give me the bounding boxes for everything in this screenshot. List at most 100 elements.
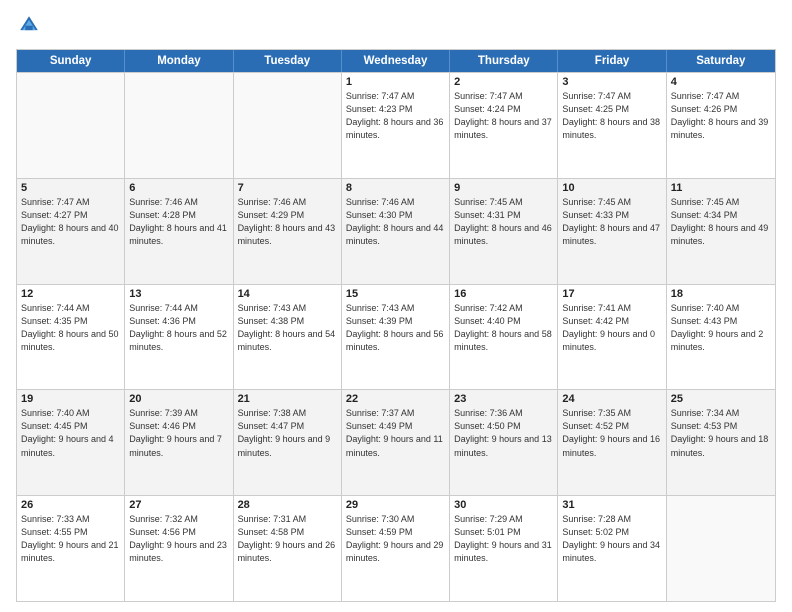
calendar-cell: 29 Sunrise: 7:30 AM Sunset: 4:59 PM Dayli… [342,496,450,601]
day-info: Sunrise: 7:38 AM Sunset: 4:47 PM Dayligh… [238,407,337,459]
logo-icon [18,14,40,36]
day-info: Sunrise: 7:31 AM Sunset: 4:58 PM Dayligh… [238,513,337,565]
day-number: 12 [21,288,120,300]
calendar-row-2: 12 Sunrise: 7:44 AM Sunset: 4:35 PM Dayli… [17,284,775,390]
calendar-cell: 20Sunrise: 7:39 AM Sunset: 4:46 PM Dayli… [125,390,233,495]
day-info: Sunrise: 7:42 AM Sunset: 4:40 PM Dayligh… [454,302,553,354]
day-info: Sunrise: 7:47 AM Sunset: 4:24 PM Dayligh… [454,90,553,142]
calendar-cell: 30 Sunrise: 7:29 AM Sunset: 5:01 PM Dayli… [450,496,558,601]
day-number: 3 [562,76,661,88]
calendar-cell: 25 Sunrise: 7:34 AM Sunset: 4:53 PM Dayli… [667,390,775,495]
calendar-cell: 19Sunrise: 7:40 AM Sunset: 4:45 PM Dayli… [17,390,125,495]
day-number: 14 [238,288,337,300]
day-of-week-monday: Monday [125,50,233,72]
day-info: Sunrise: 7:47 AM Sunset: 4:23 PM Dayligh… [346,90,445,142]
calendar-cell: 21 Sunrise: 7:38 AM Sunset: 4:47 PM Dayli… [234,390,342,495]
calendar-cell [125,73,233,178]
day-of-week-sunday: Sunday [17,50,125,72]
day-number: 23 [454,393,553,405]
calendar-body: 1Sunrise: 7:47 AM Sunset: 4:23 PM Daylig… [17,72,775,601]
calendar-cell: 3 Sunrise: 7:47 AM Sunset: 4:25 PM Daylig… [558,73,666,178]
calendar-cell: 6Sunrise: 7:46 AM Sunset: 4:28 PM Daylig… [125,179,233,284]
day-info: Sunrise: 7:33 AM Sunset: 4:55 PM Dayligh… [21,513,120,565]
day-number: 29 [346,499,445,511]
calendar: SundayMondayTuesdayWednesdayThursdayFrid… [16,49,776,602]
calendar-cell: 4 Sunrise: 7:47 AM Sunset: 4:26 PM Daylig… [667,73,775,178]
calendar-cell: 14 Sunrise: 7:43 AM Sunset: 4:38 PM Dayli… [234,285,342,390]
calendar-cell: 13Sunrise: 7:44 AM Sunset: 4:36 PM Dayli… [125,285,233,390]
day-of-week-friday: Friday [558,50,666,72]
calendar-cell: 11 Sunrise: 7:45 AM Sunset: 4:34 PM Dayli… [667,179,775,284]
day-number: 21 [238,393,337,405]
day-info: Sunrise: 7:29 AM Sunset: 5:01 PM Dayligh… [454,513,553,565]
day-number: 31 [562,499,661,511]
day-of-week-tuesday: Tuesday [234,50,342,72]
day-number: 28 [238,499,337,511]
day-info: Sunrise: 7:37 AM Sunset: 4:49 PM Dayligh… [346,407,445,459]
calendar-cell: 15Sunrise: 7:43 AM Sunset: 4:39 PM Dayli… [342,285,450,390]
calendar-cell: 5 Sunrise: 7:47 AM Sunset: 4:27 PM Daylig… [17,179,125,284]
day-info: Sunrise: 7:43 AM Sunset: 4:38 PM Dayligh… [238,302,337,354]
calendar-cell [667,496,775,601]
day-number: 25 [671,393,771,405]
day-info: Sunrise: 7:45 AM Sunset: 4:31 PM Dayligh… [454,196,553,248]
day-number: 17 [562,288,661,300]
day-info: Sunrise: 7:34 AM Sunset: 4:53 PM Dayligh… [671,407,771,459]
day-info: Sunrise: 7:32 AM Sunset: 4:56 PM Dayligh… [129,513,228,565]
calendar-cell: 2 Sunrise: 7:47 AM Sunset: 4:24 PM Daylig… [450,73,558,178]
day-number: 11 [671,182,771,194]
calendar-cell: 28 Sunrise: 7:31 AM Sunset: 4:58 PM Dayli… [234,496,342,601]
day-info: Sunrise: 7:44 AM Sunset: 4:35 PM Dayligh… [21,302,120,354]
day-number: 4 [671,76,771,88]
day-number: 26 [21,499,120,511]
calendar-cell: 12 Sunrise: 7:44 AM Sunset: 4:35 PM Dayli… [17,285,125,390]
calendar-cell: 23 Sunrise: 7:36 AM Sunset: 4:50 PM Dayli… [450,390,558,495]
day-number: 24 [562,393,661,405]
day-of-week-thursday: Thursday [450,50,558,72]
calendar-cell [234,73,342,178]
day-info: Sunrise: 7:41 AM Sunset: 4:42 PM Dayligh… [562,302,661,354]
calendar-cell: 16 Sunrise: 7:42 AM Sunset: 4:40 PM Dayli… [450,285,558,390]
day-info: Sunrise: 7:46 AM Sunset: 4:30 PM Dayligh… [346,196,445,248]
day-info: Sunrise: 7:28 AM Sunset: 5:02 PM Dayligh… [562,513,661,565]
day-info: Sunrise: 7:47 AM Sunset: 4:26 PM Dayligh… [671,90,771,142]
day-info: Sunrise: 7:45 AM Sunset: 4:34 PM Dayligh… [671,196,771,248]
calendar-cell: 27 Sunrise: 7:32 AM Sunset: 4:56 PM Dayli… [125,496,233,601]
day-of-week-saturday: Saturday [667,50,775,72]
day-number: 2 [454,76,553,88]
day-number: 16 [454,288,553,300]
calendar-header: SundayMondayTuesdayWednesdayThursdayFrid… [17,50,775,72]
calendar-row-4: 26 Sunrise: 7:33 AM Sunset: 4:55 PM Dayli… [17,495,775,601]
calendar-cell: 26 Sunrise: 7:33 AM Sunset: 4:55 PM Dayli… [17,496,125,601]
day-info: Sunrise: 7:40 AM Sunset: 4:45 PM Dayligh… [21,407,120,459]
calendar-cell: 18 Sunrise: 7:40 AM Sunset: 4:43 PM Dayli… [667,285,775,390]
calendar-row-3: 19Sunrise: 7:40 AM Sunset: 4:45 PM Dayli… [17,389,775,495]
day-number: 9 [454,182,553,194]
calendar-cell: 17 Sunrise: 7:41 AM Sunset: 4:42 PM Dayli… [558,285,666,390]
calendar-cell: 22Sunrise: 7:37 AM Sunset: 4:49 PM Dayli… [342,390,450,495]
day-info: Sunrise: 7:45 AM Sunset: 4:33 PM Dayligh… [562,196,661,248]
day-info: Sunrise: 7:30 AM Sunset: 4:59 PM Dayligh… [346,513,445,565]
day-info: Sunrise: 7:47 AM Sunset: 4:27 PM Dayligh… [21,196,120,248]
day-info: Sunrise: 7:40 AM Sunset: 4:43 PM Dayligh… [671,302,771,354]
day-number: 10 [562,182,661,194]
calendar-cell: 8 Sunrise: 7:46 AM Sunset: 4:30 PM Daylig… [342,179,450,284]
calendar-cell: 31 Sunrise: 7:28 AM Sunset: 5:02 PM Dayli… [558,496,666,601]
day-number: 30 [454,499,553,511]
page: SundayMondayTuesdayWednesdayThursdayFrid… [0,0,792,612]
day-info: Sunrise: 7:36 AM Sunset: 4:50 PM Dayligh… [454,407,553,459]
day-number: 27 [129,499,228,511]
day-info: Sunrise: 7:39 AM Sunset: 4:46 PM Dayligh… [129,407,228,459]
day-number: 6 [129,182,228,194]
day-info: Sunrise: 7:47 AM Sunset: 4:25 PM Dayligh… [562,90,661,142]
header [16,14,776,41]
calendar-cell: 9 Sunrise: 7:45 AM Sunset: 4:31 PM Daylig… [450,179,558,284]
day-number: 5 [21,182,120,194]
calendar-cell: 1Sunrise: 7:47 AM Sunset: 4:23 PM Daylig… [342,73,450,178]
day-info: Sunrise: 7:44 AM Sunset: 4:36 PM Dayligh… [129,302,228,354]
logo [16,14,42,41]
day-number: 18 [671,288,771,300]
day-number: 8 [346,182,445,194]
day-info: Sunrise: 7:46 AM Sunset: 4:29 PM Dayligh… [238,196,337,248]
calendar-cell: 10 Sunrise: 7:45 AM Sunset: 4:33 PM Dayli… [558,179,666,284]
